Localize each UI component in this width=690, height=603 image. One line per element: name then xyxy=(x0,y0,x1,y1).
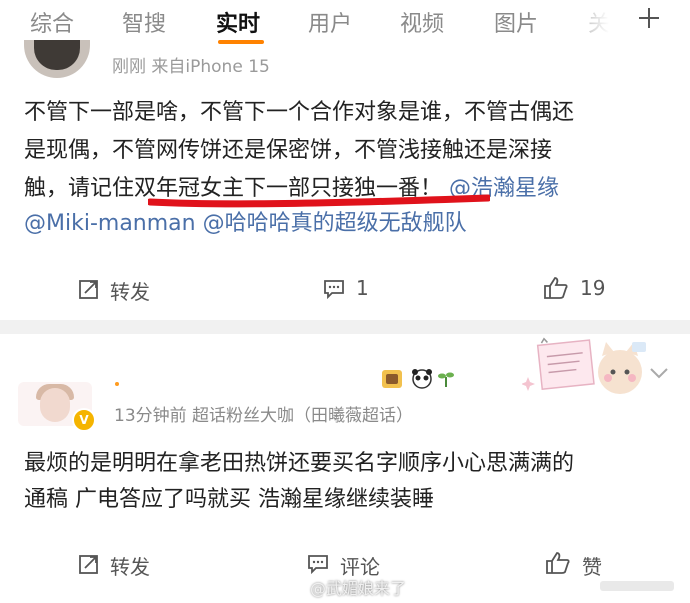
like-icon[interactable] xyxy=(545,551,571,575)
comment-icon[interactable] xyxy=(306,553,330,575)
like-button[interactable]: 赞 xyxy=(582,551,602,580)
watermark-text: @武媚娘来了 xyxy=(310,579,407,598)
avatar[interactable] xyxy=(24,40,90,78)
tab-fade xyxy=(560,0,630,44)
watermark-logo-icon xyxy=(600,581,674,591)
post-text-line: 通稿 广电答应了吗就买 浩瀚星缘继续装睡 xyxy=(24,487,434,512)
weibo-logo-icon xyxy=(286,578,305,594)
decorative-sticker-icon xyxy=(522,337,646,394)
mention-link[interactable]: @哈哈哈真的超级无敌舰队 xyxy=(203,211,467,236)
add-tab-icon[interactable] xyxy=(637,6,661,30)
red-underline-mark xyxy=(148,194,490,208)
post-text-line-mentions: @Miki-manman @哈哈哈真的超级无敌舰队 xyxy=(24,207,674,241)
repost-icon[interactable] xyxy=(78,278,100,300)
like-icon[interactable] xyxy=(543,276,569,300)
chevron-down-icon[interactable] xyxy=(648,366,670,380)
verified-badge-icon: V xyxy=(72,408,96,432)
feed-separator xyxy=(0,320,690,334)
post-meta: 刚刚 来自iPhone 15 xyxy=(112,57,270,77)
post-text-line: 是现偶，不管网传饼还是保密饼，不管浅接触还是深接 xyxy=(24,138,553,163)
repost-icon[interactable] xyxy=(78,553,100,575)
like-count[interactable]: 19 xyxy=(580,276,605,300)
post-text-line: 不管下一部是啥，不管下一个合作对象是谁，不管古偶还 xyxy=(24,100,575,125)
tab-users[interactable]: 用户 xyxy=(308,6,352,38)
comment-icon[interactable] xyxy=(322,278,346,300)
mention-link[interactable]: @Miki-manman xyxy=(24,211,196,236)
tab-comprehensive[interactable]: 综合 xyxy=(30,6,74,38)
comment-count[interactable]: 1 xyxy=(356,276,369,300)
tab-realtime[interactable]: 实时 xyxy=(216,6,260,38)
repost-button[interactable]: 转发 xyxy=(110,276,150,305)
post-meta: 13分钟前 超话粉丝大咖（田曦薇超话） xyxy=(114,406,414,426)
tab-images[interactable]: 图片 xyxy=(494,6,538,38)
badge-icons xyxy=(382,369,454,389)
repost-button[interactable]: 转发 xyxy=(110,551,150,580)
tab-smart-search[interactable]: 智搜 xyxy=(122,6,166,38)
post-text-line: 最烦的是明明在拿老田热饼还要买名字顺序小心思满满的 xyxy=(24,451,575,476)
active-tab-indicator xyxy=(218,40,264,44)
decoration-dot xyxy=(115,382,119,386)
search-tab-bar: 综合 智搜 实时 用户 视频 图片 关 xyxy=(0,0,690,48)
tab-video[interactable]: 视频 xyxy=(400,6,444,38)
